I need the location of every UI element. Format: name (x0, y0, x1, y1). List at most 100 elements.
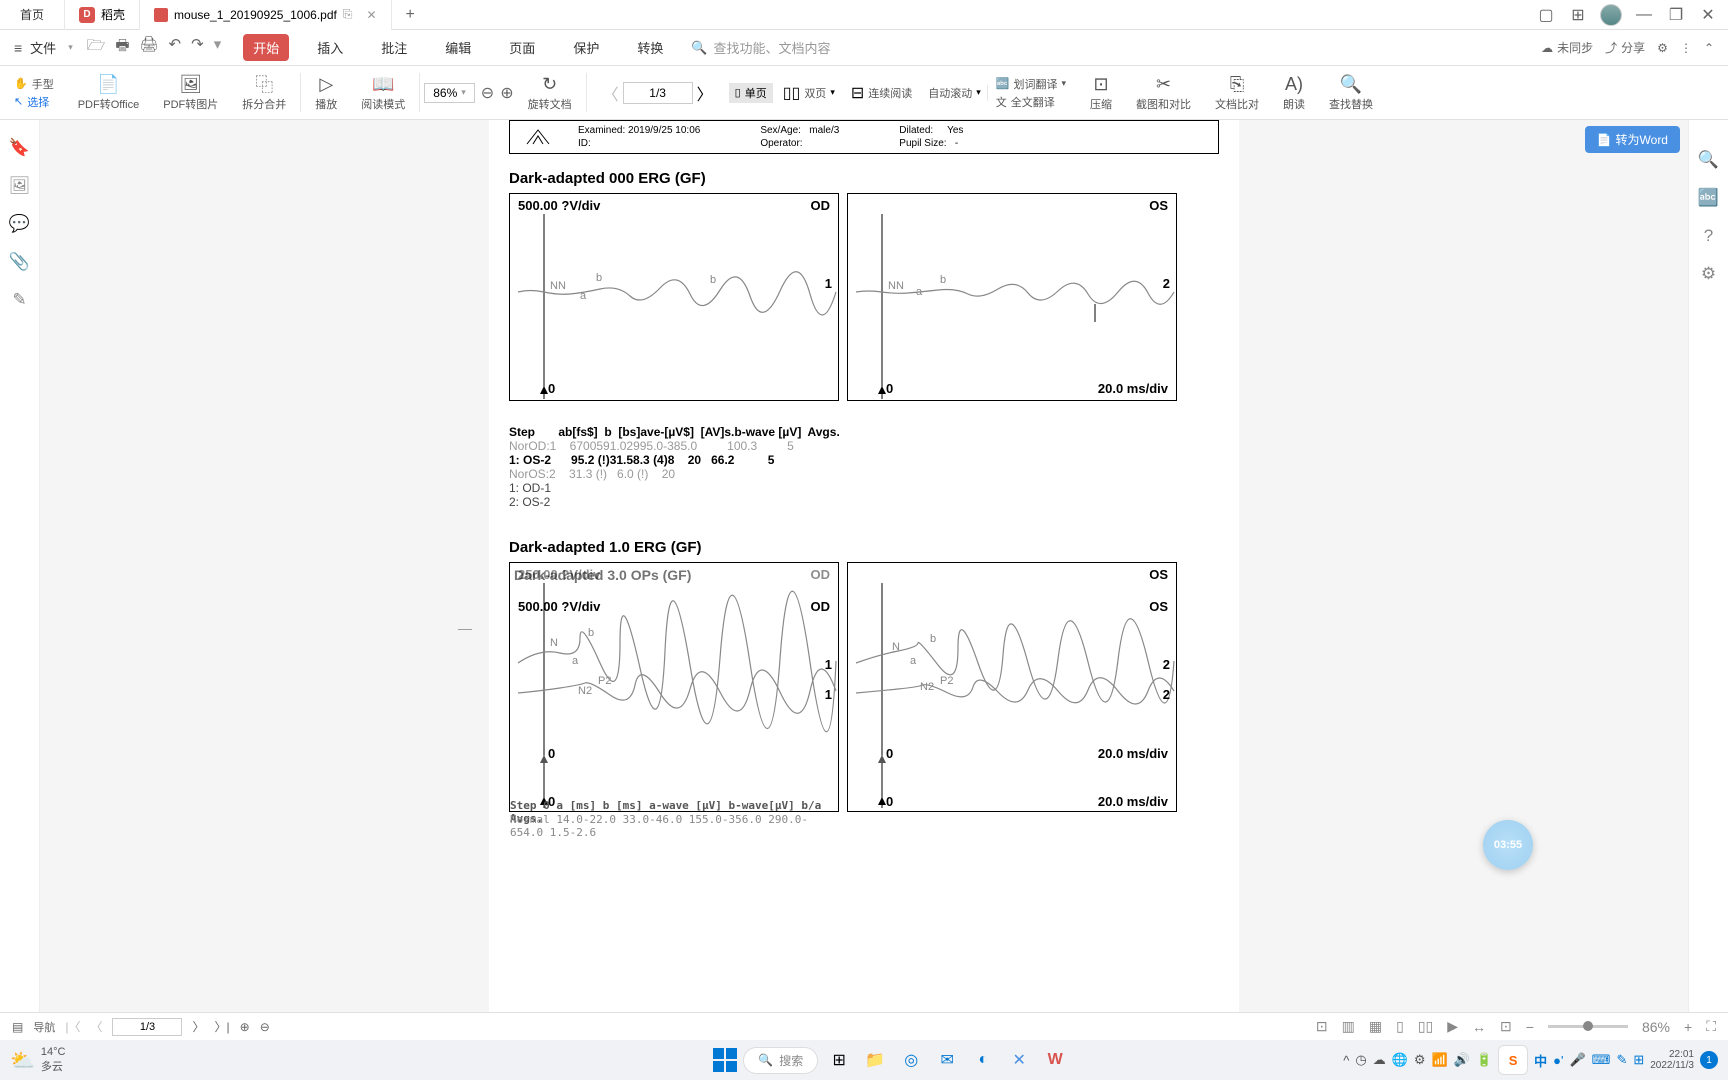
sogou-ime-icon[interactable]: S (1498, 1045, 1528, 1075)
nav-label[interactable]: 导航 (33, 1019, 55, 1035)
apps-icon[interactable]: ⊞ (1568, 5, 1588, 25)
split-merge-button[interactable]: ⿻拆分合并 (232, 73, 301, 112)
tray-ime-opt5[interactable]: ⊞ (1633, 1052, 1644, 1068)
prev-page-status-icon[interactable]: 〈 (90, 1018, 102, 1035)
page-status-input[interactable] (112, 1018, 182, 1036)
presentation-icon[interactable]: ▶ (1447, 1018, 1458, 1035)
window-minimize[interactable]: — (1634, 5, 1654, 25)
zoom-in-status[interactable]: + (1684, 1019, 1692, 1035)
word-translate-button[interactable]: 🔤划词翻译▾ (996, 76, 1066, 92)
ime-indicator[interactable]: 中 (1534, 1051, 1547, 1070)
select-tool[interactable]: ↖选择 (14, 94, 54, 110)
close-tab-icon[interactable]: ✕ (366, 8, 376, 22)
tray-icon-3[interactable]: ⚙ (1414, 1052, 1426, 1068)
next-page-icon[interactable]: 〉 (697, 81, 713, 105)
view-mode-1-icon[interactable]: ⊡ (1316, 1018, 1328, 1035)
more-icon[interactable]: ⋮ (1680, 41, 1692, 55)
weather-widget[interactable]: ⛅ 14°C 多云 (10, 1046, 65, 1074)
search-input[interactable]: 🔍 查找功能、文档内容 (691, 38, 830, 57)
bookmark-icon[interactable]: 🔖 (9, 138, 30, 158)
tray-onedrive-icon[interactable]: ☁ (1373, 1052, 1386, 1068)
floating-timer[interactable]: 03:55 (1483, 820, 1533, 870)
view-mode-2-icon[interactable]: ▥ (1342, 1018, 1355, 1035)
open-icon[interactable]: 🗁 (87, 35, 106, 60)
tray-battery-icon[interactable]: 🔋 (1476, 1052, 1492, 1068)
single-page-button[interactable]: ▯单页 (729, 83, 773, 103)
double-page-button[interactable]: ▯▯双页▾ (777, 83, 841, 103)
view-mode-4-icon[interactable]: ▯ (1396, 1018, 1404, 1035)
tab-pdf-document[interactable]: mouse_1_20190925_1006.pdf ⎘ ✕ (140, 0, 392, 30)
continuous-read-button[interactable]: ⊟连续阅读 (845, 83, 918, 103)
user-avatar[interactable] (1600, 4, 1622, 26)
file-dropdown-icon[interactable]: ▾ (68, 42, 73, 53)
text-compare-button[interactable]: ⎘文档比对 (1205, 73, 1269, 112)
auto-scroll-button[interactable]: 自动滚动▾ (922, 85, 988, 101)
zoom-out-icon[interactable]: ⊖ (481, 83, 494, 103)
rotate-button[interactable]: ↻旋转文档 (518, 73, 587, 112)
menu-start[interactable]: 开始 (243, 34, 289, 61)
last-page-icon[interactable]: 〉| (215, 1018, 230, 1035)
help-icon[interactable]: ? (1704, 226, 1713, 246)
tray-up-icon[interactable]: ^ (1343, 1053, 1349, 1068)
redo-icon[interactable]: ↷ (191, 35, 204, 60)
menu-page[interactable]: 页面 (499, 34, 545, 61)
tray-ime-opt4[interactable]: ✎ (1616, 1052, 1627, 1068)
mail-icon[interactable]: ✉ (932, 1045, 962, 1075)
layout-icon[interactable]: ▢ (1536, 5, 1556, 25)
read-mode-button[interactable]: 📖阅读模式 (351, 73, 420, 112)
view-mode-5-icon[interactable]: ▯▯ (1418, 1018, 1433, 1035)
pdf-to-image-button[interactable]: 🖼PDF转图片 (153, 73, 228, 112)
menu-comment[interactable]: 批注 (371, 34, 417, 61)
pdf-to-office-button[interactable]: 📄PDF转Office (68, 73, 150, 112)
first-page-icon[interactable]: |〈 (65, 1018, 80, 1035)
hamburger-icon[interactable]: ≡ (14, 40, 22, 56)
window-close[interactable]: ✕ (1698, 5, 1718, 25)
play-button[interactable]: ▷播放 (305, 73, 347, 112)
print-icon[interactable]: 🖨 (140, 35, 159, 60)
compress-button[interactable]: ⊡压缩 (1080, 73, 1122, 112)
share-button[interactable]: ⤴分享 (1605, 39, 1645, 56)
add-tab-button[interactable]: + (392, 6, 429, 24)
full-translate-button[interactable]: 文全文翻译 (996, 94, 1066, 110)
zoom-slider[interactable] (1548, 1025, 1628, 1028)
tray-ime-opt3[interactable]: ⌨ (1592, 1052, 1611, 1068)
tab-home[interactable]: 首页 (0, 0, 65, 30)
taskbar-search[interactable]: 🔍搜索 (743, 1047, 818, 1074)
tray-icon-1[interactable]: ◷ (1355, 1052, 1366, 1068)
find-replace-button[interactable]: 🔍查找替换 (1319, 73, 1383, 112)
settings-panel-icon[interactable]: ⚙ (1701, 264, 1716, 284)
read-aloud-button[interactable]: A)朗读 (1273, 73, 1315, 112)
tray-volume-icon[interactable]: 🔊 (1454, 1052, 1470, 1068)
sync-status[interactable]: ☁未同步 (1541, 39, 1593, 56)
translate-panel-icon[interactable]: 🔤 (1698, 188, 1719, 208)
qat-dropdown-icon[interactable]: ▾ (214, 35, 222, 60)
tab-wps-template[interactable]: D 稻壳 (65, 0, 140, 30)
file-menu[interactable]: 文件 (30, 38, 56, 57)
edge-icon[interactable]: ◎ (896, 1045, 926, 1075)
menu-edit[interactable]: 编辑 (435, 34, 481, 61)
remove-page-icon[interactable]: ⊖ (260, 1020, 270, 1034)
app-icon-1[interactable]: ◐ (968, 1045, 998, 1075)
clock[interactable]: 22:01 2022/11/3 (1650, 1049, 1694, 1071)
save-icon[interactable]: 🖶 (115, 35, 129, 60)
tray-wifi-icon[interactable]: 📶 (1432, 1052, 1448, 1068)
tray-ime-opt1[interactable]: ●' (1553, 1053, 1563, 1068)
menu-convert[interactable]: 转换 (627, 34, 673, 61)
next-page-status-icon[interactable]: 〉 (192, 1018, 204, 1035)
zoom-in-icon[interactable]: ⊕ (500, 83, 513, 103)
start-button[interactable] (713, 1048, 737, 1072)
task-view-icon[interactable]: ⊞ (824, 1045, 854, 1075)
notification-badge[interactable]: 1 (1700, 1051, 1718, 1069)
zoom-out-status[interactable]: − (1526, 1019, 1534, 1035)
edit-panel-icon[interactable]: ✎ (12, 290, 26, 310)
app-icon-2[interactable]: ✕ (1004, 1045, 1034, 1075)
hand-tool[interactable]: ✋手型 (14, 76, 54, 92)
fit-page-icon[interactable]: ⊡ (1500, 1018, 1512, 1035)
wps-task-icon[interactable]: W (1040, 1045, 1070, 1075)
explorer-icon[interactable]: 📁 (860, 1045, 890, 1075)
fit-width-icon[interactable]: ↔ (1472, 1019, 1486, 1035)
convert-to-word-button[interactable]: 📄 转为Word (1585, 126, 1680, 153)
tray-ime-opt2[interactable]: 🎤 (1569, 1052, 1585, 1068)
view-mode-3-icon[interactable]: ▦ (1369, 1018, 1382, 1035)
settings-icon[interactable]: ⚙ (1657, 41, 1668, 55)
